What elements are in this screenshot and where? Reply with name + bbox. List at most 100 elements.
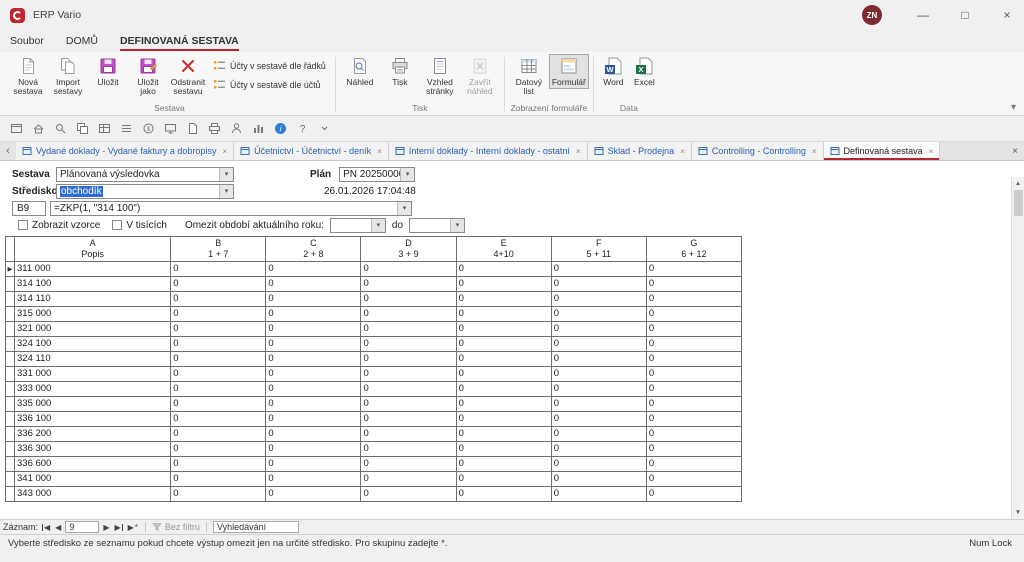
- print-preview-button[interactable]: Náhled: [340, 54, 380, 89]
- cell-value[interactable]: 0: [456, 411, 551, 426]
- cell-value[interactable]: 0: [266, 486, 361, 501]
- tab-close-icon[interactable]: ×: [222, 147, 227, 156]
- cell-value[interactable]: 0: [646, 441, 741, 456]
- import-report-button[interactable]: Import sestavy: [48, 54, 88, 99]
- row-selector[interactable]: [6, 366, 15, 381]
- cell-value[interactable]: 0: [171, 456, 266, 471]
- cell-value[interactable]: 0: [456, 291, 551, 306]
- cell-popis[interactable]: 336 100: [15, 411, 171, 426]
- cell-value[interactable]: 0: [361, 276, 456, 291]
- overflow-chevron-icon[interactable]: [316, 120, 333, 137]
- help-icon[interactable]: ?: [294, 120, 311, 137]
- window-icon[interactable]: [8, 120, 25, 137]
- filter-toggle[interactable]: Bez filtru: [152, 522, 200, 532]
- cell-value[interactable]: 0: [266, 291, 361, 306]
- tab-close-icon[interactable]: ×: [680, 147, 685, 156]
- cell-value[interactable]: 0: [456, 471, 551, 486]
- cell-value[interactable]: 0: [551, 471, 646, 486]
- close-tab-button[interactable]: ×: [1006, 142, 1024, 160]
- cell-popis[interactable]: 343 000: [15, 486, 171, 501]
- cell-value[interactable]: 0: [171, 351, 266, 366]
- plan-combo[interactable]: PN 202500007 ▾: [339, 167, 415, 182]
- cell-value[interactable]: 0: [266, 336, 361, 351]
- document-tab[interactable]: Vydané doklady - Vydané faktury a dobrop…: [16, 142, 234, 160]
- cell-value[interactable]: 0: [266, 261, 361, 276]
- cell-value[interactable]: 0: [266, 411, 361, 426]
- row-selector[interactable]: [6, 291, 15, 306]
- cell-value[interactable]: 0: [361, 396, 456, 411]
- cell-value[interactable]: 0: [456, 261, 551, 276]
- tab-close-icon[interactable]: ×: [377, 147, 382, 156]
- cell-value[interactable]: 0: [646, 351, 741, 366]
- cell-value[interactable]: 0: [456, 426, 551, 441]
- scroll-down-icon[interactable]: ▼: [1012, 506, 1024, 519]
- cell-value[interactable]: 0: [266, 276, 361, 291]
- cell-popis[interactable]: 324 110: [15, 351, 171, 366]
- cell-popis[interactable]: 333 000: [15, 381, 171, 396]
- cell-value[interactable]: 0: [171, 276, 266, 291]
- menu-tab-soubor[interactable]: Soubor: [10, 30, 44, 52]
- cell-value[interactable]: 0: [361, 351, 456, 366]
- cell-value[interactable]: 0: [551, 426, 646, 441]
- printer-icon[interactable]: [206, 120, 223, 137]
- cell-value[interactable]: 0: [551, 276, 646, 291]
- cell-value[interactable]: 0: [171, 306, 266, 321]
- cell-value[interactable]: 0: [646, 276, 741, 291]
- row-selector[interactable]: [6, 426, 15, 441]
- row-selector[interactable]: [6, 321, 15, 336]
- money-icon[interactable]: $: [140, 120, 157, 137]
- cell-value[interactable]: 0: [551, 366, 646, 381]
- cell-popis[interactable]: 336 300: [15, 441, 171, 456]
- cell-popis[interactable]: 335 000: [15, 396, 171, 411]
- cell-value[interactable]: 0: [646, 261, 741, 276]
- cell-value[interactable]: 0: [361, 336, 456, 351]
- minimize-button[interactable]: —: [906, 0, 940, 30]
- cell-popis[interactable]: 341 000: [15, 471, 171, 486]
- cell-value[interactable]: 0: [266, 441, 361, 456]
- form-view-button[interactable]: Formulář: [549, 54, 589, 89]
- column-header-f[interactable]: F5 + 11: [551, 237, 646, 262]
- vertical-scrollbar[interactable]: ▲ ▼: [1011, 177, 1024, 519]
- cards-icon[interactable]: [74, 120, 91, 137]
- row-selector[interactable]: [6, 381, 15, 396]
- list-icon[interactable]: [118, 120, 135, 137]
- stredisko-combo[interactable]: obchodík ▾: [56, 184, 234, 199]
- cell-value[interactable]: 0: [551, 411, 646, 426]
- cell-value[interactable]: 0: [171, 261, 266, 276]
- cell-value[interactable]: 0: [266, 351, 361, 366]
- cell-value[interactable]: 0: [361, 291, 456, 306]
- cell-value[interactable]: 0: [551, 261, 646, 276]
- save-as-button[interactable]: Uložit jako: [128, 54, 168, 99]
- close-button[interactable]: ×: [990, 0, 1024, 30]
- tab-close-icon[interactable]: ×: [576, 147, 581, 156]
- cell-value[interactable]: 0: [646, 456, 741, 471]
- cell-popis[interactable]: 314 100: [15, 276, 171, 291]
- cell-value[interactable]: 0: [456, 366, 551, 381]
- cell-value[interactable]: 0: [646, 381, 741, 396]
- row-selector[interactable]: [6, 441, 15, 456]
- search-input[interactable]: [213, 521, 299, 533]
- cell-reference-box[interactable]: B9: [12, 201, 46, 216]
- cell-value[interactable]: 0: [646, 411, 741, 426]
- cell-value[interactable]: 0: [646, 486, 741, 501]
- cell-value[interactable]: 0: [361, 381, 456, 396]
- cell-value[interactable]: 0: [266, 456, 361, 471]
- previous-record-button[interactable]: ◀: [54, 523, 62, 532]
- cell-value[interactable]: 0: [551, 441, 646, 456]
- chart-icon[interactable]: [250, 120, 267, 137]
- dropdown-arrow-icon[interactable]: ▾: [450, 219, 464, 232]
- document-tab[interactable]: Interní doklady - Interní doklady - osta…: [389, 142, 588, 160]
- column-header-a[interactable]: APopis: [15, 237, 171, 262]
- cell-value[interactable]: 0: [361, 471, 456, 486]
- new-record-button[interactable]: ▶*: [127, 523, 139, 532]
- period-from-combo[interactable]: ▾: [330, 218, 386, 233]
- cell-value[interactable]: 0: [171, 426, 266, 441]
- person-icon[interactable]: [228, 120, 245, 137]
- print-button[interactable]: Tisk: [380, 54, 420, 89]
- column-header-d[interactable]: D3 + 9: [361, 237, 456, 262]
- cell-value[interactable]: 0: [551, 456, 646, 471]
- document-tab[interactable]: Definovaná sestava ×: [824, 142, 941, 160]
- cell-value[interactable]: 0: [171, 336, 266, 351]
- tab-close-icon[interactable]: ×: [929, 147, 934, 156]
- cell-value[interactable]: 0: [361, 456, 456, 471]
